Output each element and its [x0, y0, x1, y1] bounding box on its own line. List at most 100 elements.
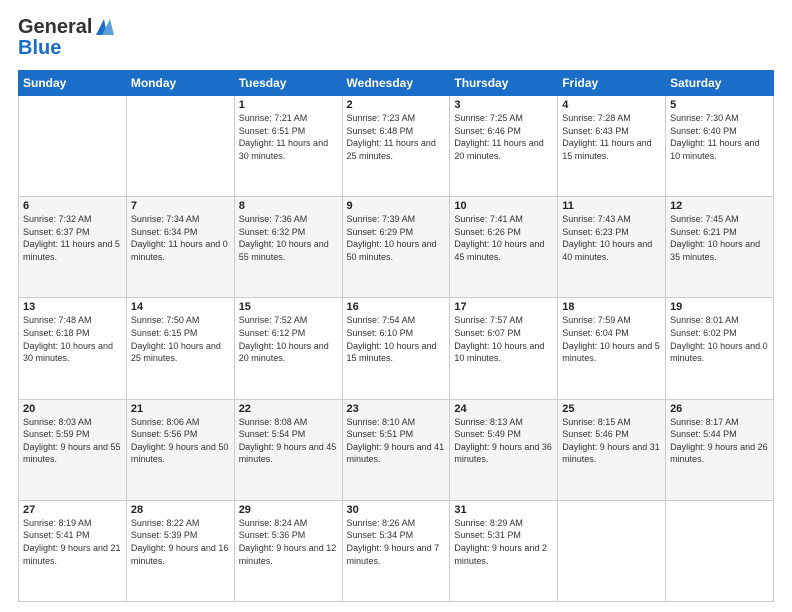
day-number: 8 — [239, 200, 338, 212]
day-info: Sunrise: 8:13 AMSunset: 5:49 PMDaylight:… — [454, 416, 553, 466]
calendar-cell: 26Sunrise: 8:17 AMSunset: 5:44 PMDayligh… — [666, 399, 774, 500]
day-number: 23 — [347, 403, 446, 415]
day-info: Sunrise: 7:32 AMSunset: 6:37 PMDaylight:… — [23, 213, 122, 263]
day-info: Sunrise: 7:25 AMSunset: 6:46 PMDaylight:… — [454, 112, 553, 162]
day-info: Sunrise: 8:15 AMSunset: 5:46 PMDaylight:… — [562, 416, 661, 466]
calendar-cell: 31Sunrise: 8:29 AMSunset: 5:31 PMDayligh… — [450, 500, 558, 601]
day-number: 24 — [454, 403, 553, 415]
weekday-header-tuesday: Tuesday — [234, 71, 342, 96]
day-info: Sunrise: 7:59 AMSunset: 6:04 PMDaylight:… — [562, 314, 661, 364]
logo-general-text: General — [18, 17, 92, 37]
weekday-header-thursday: Thursday — [450, 71, 558, 96]
calendar-week-row: 13Sunrise: 7:48 AMSunset: 6:18 PMDayligh… — [19, 298, 774, 399]
day-number: 16 — [347, 301, 446, 313]
calendar-cell: 2Sunrise: 7:23 AMSunset: 6:48 PMDaylight… — [342, 96, 450, 197]
calendar-week-row: 20Sunrise: 8:03 AMSunset: 5:59 PMDayligh… — [19, 399, 774, 500]
calendar-cell: 3Sunrise: 7:25 AMSunset: 6:46 PMDaylight… — [450, 96, 558, 197]
day-number: 19 — [670, 301, 769, 313]
calendar-cell: 20Sunrise: 8:03 AMSunset: 5:59 PMDayligh… — [19, 399, 127, 500]
day-info: Sunrise: 7:57 AMSunset: 6:07 PMDaylight:… — [454, 314, 553, 364]
calendar-cell: 18Sunrise: 7:59 AMSunset: 6:04 PMDayligh… — [558, 298, 666, 399]
calendar-cell: 24Sunrise: 8:13 AMSunset: 5:49 PMDayligh… — [450, 399, 558, 500]
calendar-cell: 9Sunrise: 7:39 AMSunset: 6:29 PMDaylight… — [342, 197, 450, 298]
day-info: Sunrise: 8:17 AMSunset: 5:44 PMDaylight:… — [670, 416, 769, 466]
calendar-cell — [19, 96, 127, 197]
calendar-week-row: 6Sunrise: 7:32 AMSunset: 6:37 PMDaylight… — [19, 197, 774, 298]
calendar-cell: 13Sunrise: 7:48 AMSunset: 6:18 PMDayligh… — [19, 298, 127, 399]
calendar-cell — [666, 500, 774, 601]
weekday-header-friday: Friday — [558, 71, 666, 96]
calendar-cell — [126, 96, 234, 197]
weekday-header-saturday: Saturday — [666, 71, 774, 96]
day-number: 15 — [239, 301, 338, 313]
day-number: 22 — [239, 403, 338, 415]
calendar-cell: 6Sunrise: 7:32 AMSunset: 6:37 PMDaylight… — [19, 197, 127, 298]
day-number: 6 — [23, 200, 122, 212]
logo-blue-text: Blue — [18, 37, 61, 60]
day-number: 29 — [239, 504, 338, 516]
day-number: 21 — [131, 403, 230, 415]
weekday-header-sunday: Sunday — [19, 71, 127, 96]
day-number: 10 — [454, 200, 553, 212]
calendar-cell: 8Sunrise: 7:36 AMSunset: 6:32 PMDaylight… — [234, 197, 342, 298]
day-info: Sunrise: 8:24 AMSunset: 5:36 PMDaylight:… — [239, 517, 338, 567]
day-info: Sunrise: 7:50 AMSunset: 6:15 PMDaylight:… — [131, 314, 230, 364]
day-number: 20 — [23, 403, 122, 415]
day-number: 1 — [239, 99, 338, 111]
day-info: Sunrise: 7:41 AMSunset: 6:26 PMDaylight:… — [454, 213, 553, 263]
day-info: Sunrise: 7:52 AMSunset: 6:12 PMDaylight:… — [239, 314, 338, 364]
day-number: 9 — [347, 200, 446, 212]
calendar-cell: 5Sunrise: 7:30 AMSunset: 6:40 PMDaylight… — [666, 96, 774, 197]
day-info: Sunrise: 8:06 AMSunset: 5:56 PMDaylight:… — [131, 416, 230, 466]
calendar-cell: 30Sunrise: 8:26 AMSunset: 5:34 PMDayligh… — [342, 500, 450, 601]
day-number: 5 — [670, 99, 769, 111]
day-info: Sunrise: 8:08 AMSunset: 5:54 PMDaylight:… — [239, 416, 338, 466]
day-number: 13 — [23, 301, 122, 313]
calendar-cell: 29Sunrise: 8:24 AMSunset: 5:36 PMDayligh… — [234, 500, 342, 601]
calendar-page: General Blue SundayMondayTuesdayWednesda… — [0, 0, 792, 612]
calendar-cell: 16Sunrise: 7:54 AMSunset: 6:10 PMDayligh… — [342, 298, 450, 399]
day-number: 25 — [562, 403, 661, 415]
calendar-cell: 27Sunrise: 8:19 AMSunset: 5:41 PMDayligh… — [19, 500, 127, 601]
calendar-cell: 17Sunrise: 7:57 AMSunset: 6:07 PMDayligh… — [450, 298, 558, 399]
day-info: Sunrise: 7:45 AMSunset: 6:21 PMDaylight:… — [670, 213, 769, 263]
day-info: Sunrise: 7:23 AMSunset: 6:48 PMDaylight:… — [347, 112, 446, 162]
day-info: Sunrise: 7:43 AMSunset: 6:23 PMDaylight:… — [562, 213, 661, 263]
calendar-cell: 12Sunrise: 7:45 AMSunset: 6:21 PMDayligh… — [666, 197, 774, 298]
day-info: Sunrise: 8:01 AMSunset: 6:02 PMDaylight:… — [670, 314, 769, 364]
day-info: Sunrise: 7:36 AMSunset: 6:32 PMDaylight:… — [239, 213, 338, 263]
day-info: Sunrise: 8:03 AMSunset: 5:59 PMDaylight:… — [23, 416, 122, 466]
logo-icon — [93, 16, 115, 38]
day-info: Sunrise: 7:54 AMSunset: 6:10 PMDaylight:… — [347, 314, 446, 364]
day-number: 2 — [347, 99, 446, 111]
calendar-cell: 15Sunrise: 7:52 AMSunset: 6:12 PMDayligh… — [234, 298, 342, 399]
day-number: 17 — [454, 301, 553, 313]
calendar-cell: 19Sunrise: 8:01 AMSunset: 6:02 PMDayligh… — [666, 298, 774, 399]
day-number: 27 — [23, 504, 122, 516]
day-info: Sunrise: 7:48 AMSunset: 6:18 PMDaylight:… — [23, 314, 122, 364]
calendar-cell: 14Sunrise: 7:50 AMSunset: 6:15 PMDayligh… — [126, 298, 234, 399]
day-number: 28 — [131, 504, 230, 516]
logo: General Blue — [18, 16, 115, 60]
day-info: Sunrise: 7:30 AMSunset: 6:40 PMDaylight:… — [670, 112, 769, 162]
weekday-header-monday: Monday — [126, 71, 234, 96]
day-info: Sunrise: 8:10 AMSunset: 5:51 PMDaylight:… — [347, 416, 446, 466]
header: General Blue — [18, 16, 774, 60]
day-number: 26 — [670, 403, 769, 415]
day-number: 7 — [131, 200, 230, 212]
calendar-cell: 22Sunrise: 8:08 AMSunset: 5:54 PMDayligh… — [234, 399, 342, 500]
day-number: 4 — [562, 99, 661, 111]
calendar-cell: 1Sunrise: 7:21 AMSunset: 6:51 PMDaylight… — [234, 96, 342, 197]
day-info: Sunrise: 7:21 AMSunset: 6:51 PMDaylight:… — [239, 112, 338, 162]
calendar-cell — [558, 500, 666, 601]
day-number: 30 — [347, 504, 446, 516]
calendar-cell: 7Sunrise: 7:34 AMSunset: 6:34 PMDaylight… — [126, 197, 234, 298]
day-info: Sunrise: 8:19 AMSunset: 5:41 PMDaylight:… — [23, 517, 122, 567]
calendar-cell: 28Sunrise: 8:22 AMSunset: 5:39 PMDayligh… — [126, 500, 234, 601]
calendar-cell: 10Sunrise: 7:41 AMSunset: 6:26 PMDayligh… — [450, 197, 558, 298]
calendar-cell: 11Sunrise: 7:43 AMSunset: 6:23 PMDayligh… — [558, 197, 666, 298]
day-info: Sunrise: 8:29 AMSunset: 5:31 PMDaylight:… — [454, 517, 553, 567]
day-info: Sunrise: 7:39 AMSunset: 6:29 PMDaylight:… — [347, 213, 446, 263]
day-number: 11 — [562, 200, 661, 212]
day-number: 14 — [131, 301, 230, 313]
